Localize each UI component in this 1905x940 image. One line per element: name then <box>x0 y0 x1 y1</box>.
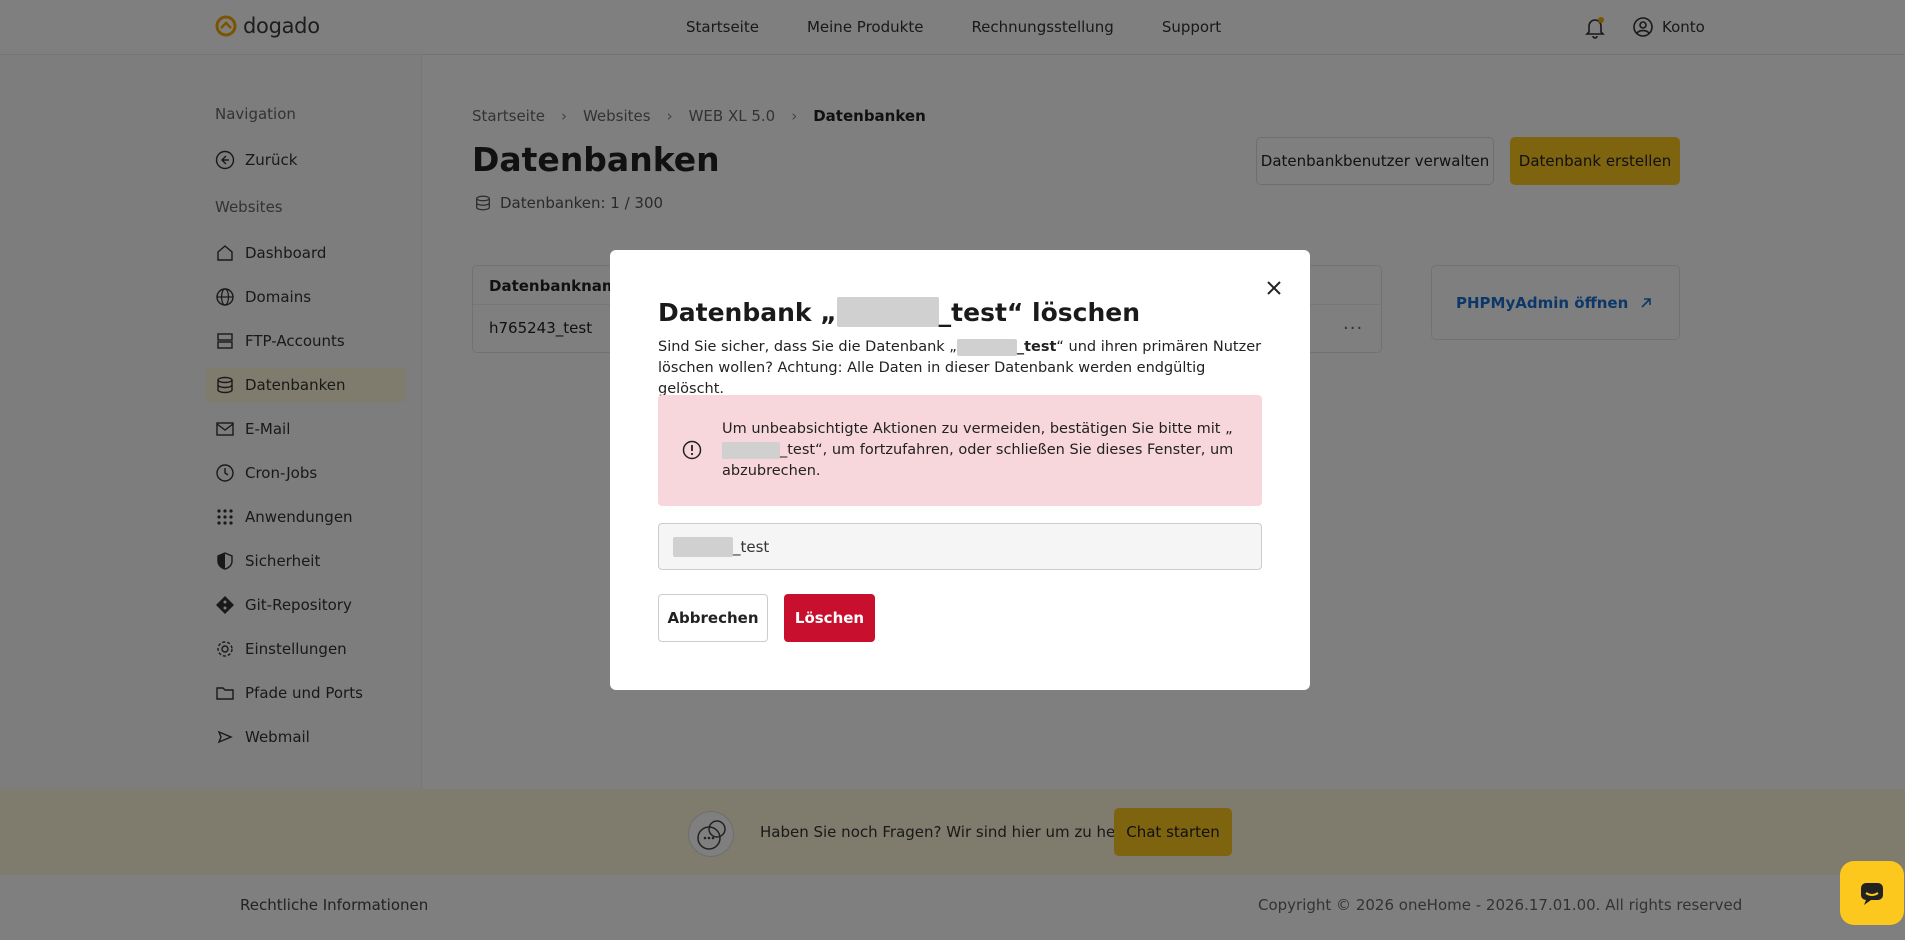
desc-part1: Sind Sie sicher, dass Sie die Datenbank … <box>658 339 957 355</box>
warning-text: Um unbeabsichtigte Aktionen zu vermeiden… <box>722 419 1242 482</box>
cancel-button[interactable]: Abbrechen <box>658 594 768 642</box>
redacted-name <box>956 338 1017 356</box>
chat-bubble-icon <box>1861 883 1883 905</box>
dialog-description: Sind Sie sicher, dass Sie die Datenbank … <box>658 337 1268 400</box>
close-icon[interactable] <box>1262 276 1286 300</box>
title-prefix: Datenbank „ <box>658 297 837 327</box>
delete-button[interactable]: Löschen <box>784 594 875 642</box>
redacted-name <box>836 297 939 327</box>
chat-widget-button[interactable] <box>1840 861 1904 925</box>
redacted-name <box>673 536 733 557</box>
confirm-input-value: _test <box>733 537 770 556</box>
desc-db-name: _test <box>1016 339 1057 355</box>
delete-db-dialog: Datenbank „ _test“ löschen Sind Sie sich… <box>610 250 1310 690</box>
alert-circle-icon <box>682 440 702 460</box>
dialog-title: Datenbank „ _test“ löschen <box>658 297 1140 327</box>
title-suffix: _test“ löschen <box>938 297 1141 327</box>
warning-part2: _test“, um fortzufahren, oder schließen … <box>722 442 1234 479</box>
confirm-name-input[interactable]: _test <box>658 523 1262 570</box>
redacted-name <box>722 441 780 459</box>
warning-box: Um unbeabsichtigte Aktionen zu vermeiden… <box>658 395 1262 506</box>
warning-part1: Um unbeabsichtigte Aktionen zu vermeiden… <box>722 421 1233 437</box>
